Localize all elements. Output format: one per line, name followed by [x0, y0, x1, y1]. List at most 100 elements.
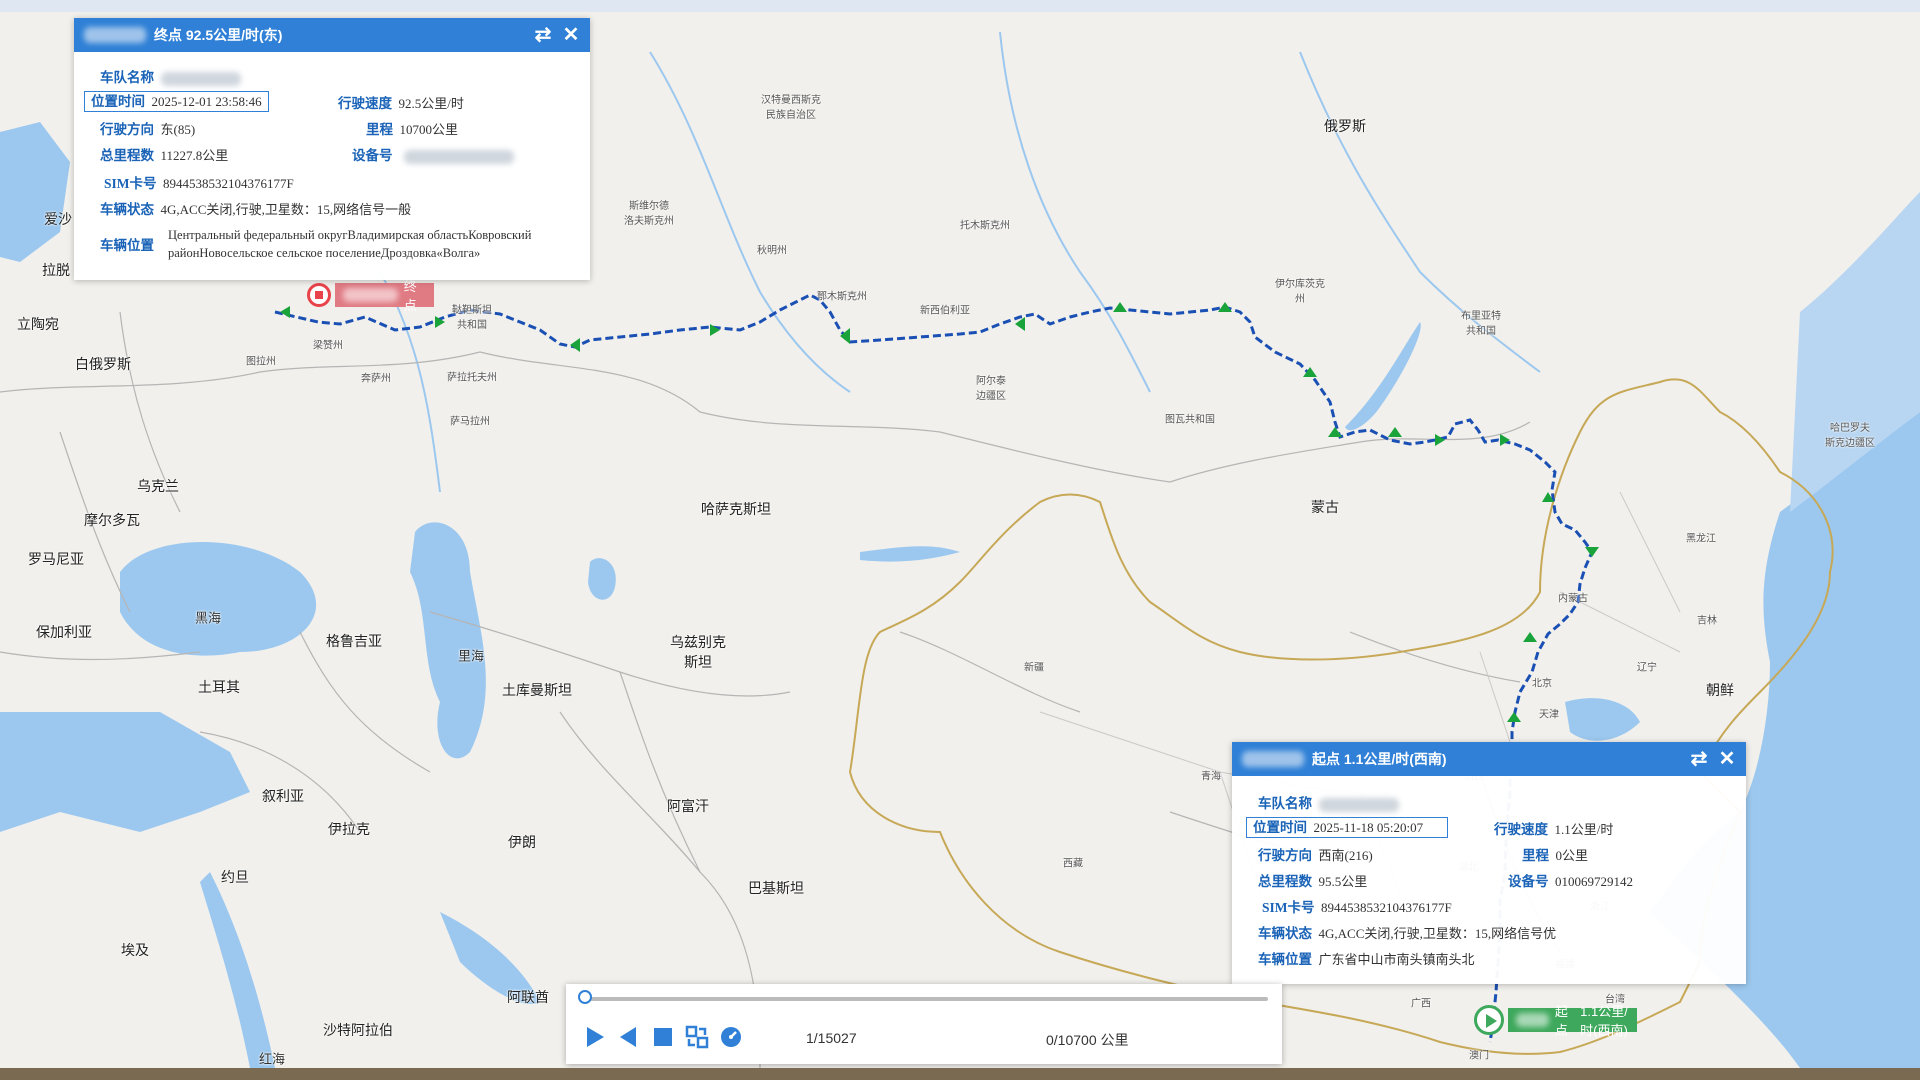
red-sea [200, 872, 275, 1068]
map-label-iraq: 伊拉克 [328, 822, 370, 838]
end-info-panel: 终点 92.5公里/时(东) ⇄ ✕ 车队名称 位置时间 2025-12-01 … [74, 18, 590, 280]
caspian-sea [410, 522, 486, 759]
map-label-bulgaria: 保加利亚 [36, 625, 92, 641]
map-label-xinjiang: 新疆 [1024, 662, 1044, 674]
map-label-egypt: 埃及 [121, 943, 149, 959]
map-label-sverd: 斯维尔德 洛夫斯克州 [624, 201, 674, 227]
toggle-icon[interactable]: ⇄ [1688, 748, 1710, 770]
map-label-blacksea: 黑海 [194, 611, 222, 627]
map-label-samara: 萨马拉州 [450, 416, 490, 428]
map-label-ryazan: 梁赞州 [313, 340, 343, 352]
direction-arrow [1523, 632, 1537, 642]
close-icon[interactable]: ✕ [1716, 748, 1738, 770]
direction-arrow [280, 306, 290, 318]
stop-icon [654, 1028, 672, 1046]
map-label-khabar: 哈巴罗夫 斯克边疆区 [1825, 423, 1875, 449]
map-label-tyumen: 秋明州 [757, 245, 787, 257]
river-yenisei [999, 31, 1151, 393]
map-label-irkutsk: 伊尔库茨克 州 [1275, 279, 1325, 305]
toggle-icon[interactable]: ⇄ [532, 24, 554, 46]
map-label-romania: 罗马尼亚 [28, 552, 84, 568]
map-label-turkey: 土耳其 [198, 680, 240, 696]
map-label-nkorea: 朝鲜 [1706, 683, 1734, 699]
start-panel-title: 起点 1.1公里/时(西南) [1312, 751, 1447, 767]
start-marker-label: 起点 1.1公里/时(西南) [1508, 1004, 1638, 1038]
map-label-penza: 奔萨州 [361, 373, 391, 385]
map-label-neimenggu: 内蒙古 [1558, 593, 1588, 605]
map-label-saudi: 沙特阿拉伯 [323, 1023, 393, 1039]
lake-baikal [1345, 322, 1421, 431]
loop-icon [685, 1025, 709, 1049]
stop-button[interactable] [650, 1024, 676, 1050]
playback-bar: 1/15027 0/10700 公里 [566, 984, 1282, 1064]
start-panel-header: 起点 1.1公里/时(西南) ⇄ ✕ [1232, 742, 1746, 776]
map-label-beijing: 北京 [1532, 678, 1552, 690]
map-label-tuva: 图瓦共和国 [1165, 414, 1215, 426]
map-label-guangxi: 广西 [1411, 998, 1431, 1010]
speed-button[interactable] [718, 1024, 744, 1050]
bohai [1565, 698, 1640, 741]
point-counter: 1/15027 [806, 1030, 857, 1046]
map-label-jilin: 吉林 [1697, 615, 1717, 627]
top-strip [0, 0, 1920, 12]
map-label-tatar: 鞑靼斯坦 共和国 [452, 305, 492, 331]
map-label-georgia: 格鲁吉亚 [326, 634, 382, 650]
loop-button[interactable] [684, 1024, 710, 1050]
play-icon [587, 1027, 604, 1047]
map-label-turkmenistan: 土库曼斯坦 [502, 683, 572, 699]
map-label-aomen: 澳门 [1469, 1050, 1489, 1062]
map-label-uzbekistan: 乌兹别克 斯坦 [670, 635, 726, 671]
end-marker-icon [307, 283, 331, 307]
progress-track[interactable] [588, 997, 1268, 1001]
map-label-tula: 图拉州 [246, 356, 276, 368]
map-label-hmao: 汉特曼西斯克 民族自治区 [761, 95, 821, 121]
map-label-belarus: 白俄罗斯 [75, 357, 131, 373]
direction-arrow [1303, 367, 1317, 377]
map-label-mongolia: 蒙古 [1311, 500, 1339, 516]
rewind-icon [620, 1027, 636, 1047]
direction-arrow [1435, 434, 1445, 446]
black-sea [120, 542, 317, 656]
start-info-panel: 起点 1.1公里/时(西南) ⇄ ✕ 车队名称 位置时间 2025-11-18 … [1232, 742, 1746, 984]
map-label-caspian: 里海 [457, 649, 485, 665]
start-marker-icon [1474, 1005, 1504, 1035]
progress-handle[interactable] [578, 990, 592, 1004]
direction-arrow [1507, 712, 1521, 722]
map-label-iran: 伊朗 [508, 835, 536, 851]
map-label-altai: 阿尔泰 边疆区 [976, 376, 1006, 402]
map-label-heilongjiang: 黑龙江 [1686, 533, 1716, 545]
map-label-latvia: 拉脱 [42, 263, 70, 279]
map-label-saratov: 萨拉托夫州 [447, 372, 497, 384]
map-label-xizang: 西藏 [1063, 858, 1083, 870]
close-icon[interactable]: ✕ [560, 24, 582, 46]
direction-arrow [710, 324, 720, 336]
direction-arrow [1218, 302, 1232, 312]
baltic-sea [0, 122, 70, 262]
direction-arrow [1113, 302, 1127, 312]
speedometer-icon [721, 1027, 741, 1047]
map-label-estonia: 爱沙 [44, 212, 72, 228]
start-marker-speed: 1.1公里/时(西南) [1580, 1004, 1628, 1038]
map-label-ukraine: 乌克兰 [137, 479, 179, 495]
direction-arrow [1388, 427, 1402, 437]
lake-balkhash [860, 546, 960, 562]
map-label-qinghai: 青海 [1201, 771, 1221, 783]
direction-arrow [570, 338, 580, 352]
direction-arrow [1500, 434, 1510, 446]
play-button[interactable] [582, 1024, 608, 1050]
rewind-button[interactable] [616, 1024, 642, 1050]
direction-arrow [1585, 547, 1599, 557]
end-panel-title: 终点 92.5公里/时(东) [154, 27, 283, 43]
end-marker-label: 终点 [335, 279, 435, 313]
map-label-syria: 叙利亚 [262, 789, 304, 805]
map-label-jordan: 约旦 [221, 870, 249, 886]
map-label-lithuania: 立陶宛 [17, 317, 59, 333]
map-label-russia: 俄罗斯 [1324, 119, 1366, 135]
map-label-omsk: 鄂木斯克州 [817, 291, 867, 303]
map-label-tianjin: 天津 [1539, 709, 1559, 721]
map-label-liaoning: 辽宁 [1637, 662, 1657, 674]
aral-sea [588, 558, 616, 600]
map-label-pakistan: 巴基斯坦 [748, 881, 804, 897]
distance-counter: 0/10700 公里 [1046, 1032, 1129, 1048]
map-label-buryat: 布里亚特 共和国 [1461, 311, 1501, 337]
